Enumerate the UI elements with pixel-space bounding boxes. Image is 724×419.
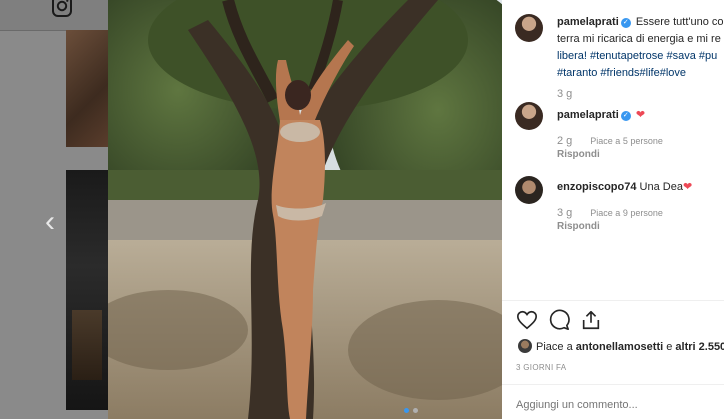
caption-text-line2: terra mi ricarica di energia e mi re [557, 33, 721, 45]
post-photo[interactable]: › [108, 0, 502, 419]
post-details-panel: pamelaprati ✓ Essere tutt'uno co terra mi… [502, 0, 724, 419]
background-header [0, 0, 108, 31]
comment-text: Una Dea [639, 181, 683, 193]
comment-username[interactable]: pamelaprati [557, 109, 619, 121]
liker-avatar [518, 339, 532, 353]
comment-likes[interactable]: Piace a 5 persone [590, 136, 663, 146]
share-icon[interactable] [580, 309, 602, 331]
reply-button[interactable]: Rispondi [557, 149, 600, 160]
comment-username[interactable]: enzopiscopo74 [557, 181, 636, 193]
caption-text-line1: Essere tutt'uno co [635, 16, 724, 28]
caption-hashtags[interactable]: #taranto #friends#life#love [557, 65, 724, 82]
carousel-dots [404, 408, 418, 413]
background-post-thumbnail [66, 170, 108, 410]
add-comment-input[interactable] [516, 399, 716, 411]
likes-others-count[interactable]: altri 2.550 [675, 341, 724, 353]
post-timestamp: 3 GIORNI FA [516, 363, 567, 372]
commenter-avatar[interactable] [515, 102, 543, 130]
commenter-avatar[interactable] [515, 176, 543, 204]
comment-likes[interactable]: Piace a 9 persone [590, 208, 663, 218]
heart-icon[interactable] [516, 309, 538, 331]
reply-button[interactable]: Rispondi [557, 221, 600, 232]
comment-time: 3 g [557, 207, 573, 219]
photo-image [108, 0, 502, 419]
previous-post-arrow-icon[interactable]: ‹ [40, 207, 60, 237]
comment: pamelaprati ✓ ❤ [557, 108, 645, 121]
likes-conjunction: e [666, 341, 673, 353]
author-username[interactable]: pamelaprati [557, 16, 619, 28]
heart-emoji: ❤ [682, 181, 693, 193]
likes-prefix: Piace a [536, 341, 573, 353]
comment-time: 2 g [557, 135, 573, 147]
comment-icon[interactable] [548, 309, 570, 331]
comment: enzopiscopo74 Una Dea❤ [557, 180, 692, 193]
carousel-dot [404, 408, 409, 413]
instagram-icon[interactable] [51, 0, 73, 18]
likes-summary[interactable]: Piace a antonellamosetti e altri 2.550 [518, 339, 724, 353]
verified-badge-icon: ✓ [620, 18, 631, 28]
author-avatar[interactable] [515, 14, 543, 42]
liker-username[interactable]: antonellamosetti [576, 341, 663, 353]
carousel-dot [413, 408, 418, 413]
verified-badge-icon: ✓ [620, 111, 631, 121]
comment-meta: 2 g Piace a 5 persone [557, 135, 663, 147]
post-caption: pamelaprati ✓ Essere tutt'uno co terra mi… [557, 14, 724, 82]
divider [502, 300, 724, 301]
background-post-thumbnail [66, 30, 108, 147]
caption-time: 3 g [557, 88, 573, 100]
action-bar [516, 309, 602, 331]
caption-text-line3[interactable]: libera! #tenutapetrose #sava #pu [557, 48, 724, 65]
comment-meta: 3 g Piace a 9 persone [557, 207, 663, 219]
divider [502, 384, 724, 385]
heart-emoji: ❤ [635, 109, 646, 121]
